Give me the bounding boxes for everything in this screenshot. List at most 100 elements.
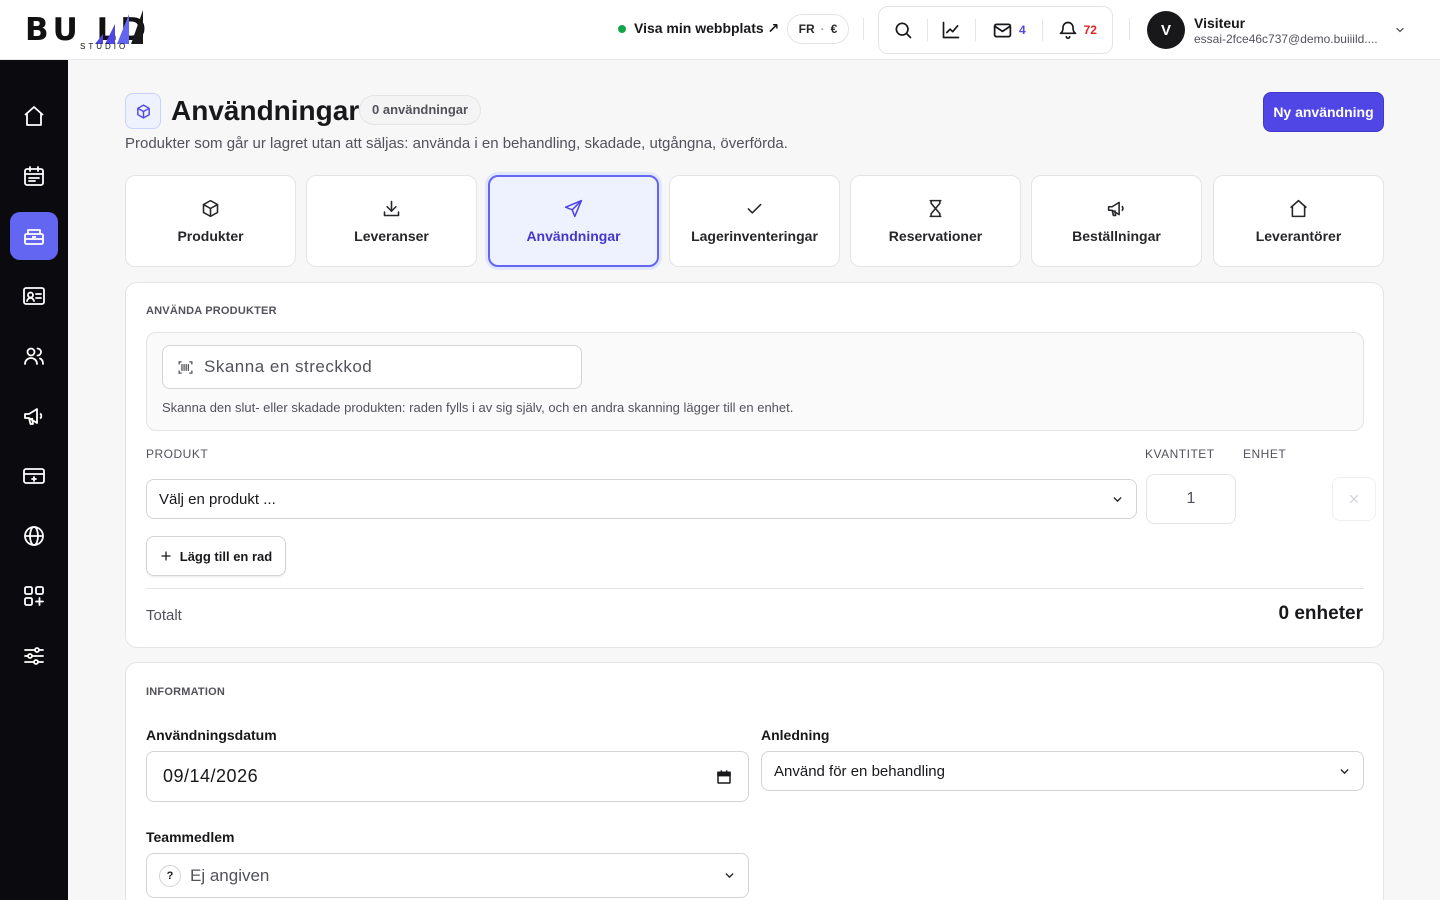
scan-box: Skanna den slut- eller skadade produkten… bbox=[146, 332, 1364, 431]
notifications-button[interactable]: 72 bbox=[1043, 7, 1112, 53]
information-card: INFORMATION Användningsdatum 09/14/2026 … bbox=[125, 662, 1384, 900]
team-member-label: Teammedlem bbox=[146, 829, 235, 845]
new-usage-button[interactable]: Ny användning bbox=[1263, 92, 1384, 132]
total-label: Totalt bbox=[146, 607, 182, 624]
language-code: FR bbox=[798, 22, 815, 36]
team-member-select[interactable]: ? Ej angiven bbox=[146, 853, 749, 898]
date-input[interactable]: 09/14/2026 bbox=[146, 751, 749, 802]
tab-orders[interactable]: Beställningar bbox=[1031, 175, 1202, 267]
sidebar-item-apps[interactable] bbox=[10, 572, 58, 620]
sidebar-item-website[interactable] bbox=[10, 512, 58, 560]
tab-usages[interactable]: Användningar bbox=[488, 175, 659, 267]
total-value: 0 enheter bbox=[1278, 603, 1363, 624]
sidebar-item-users[interactable] bbox=[10, 332, 58, 380]
sidebar-item-register[interactable] bbox=[10, 452, 58, 500]
quantity-input[interactable]: 1 bbox=[1146, 474, 1236, 524]
sidebar-item-calendar[interactable] bbox=[10, 152, 58, 200]
tab-label: Lagerinventeringar bbox=[691, 228, 818, 244]
apps-icon bbox=[24, 586, 44, 606]
chevron-down-icon bbox=[1340, 768, 1349, 774]
sliders-icon bbox=[24, 647, 44, 665]
tab-label: Leveranser bbox=[354, 228, 429, 244]
download-icon bbox=[383, 200, 400, 217]
barcode-scan-field[interactable] bbox=[162, 345, 582, 389]
tab-label: Reservationer bbox=[888, 228, 983, 244]
date-label: Användningsdatum bbox=[146, 727, 277, 743]
plus-icon bbox=[161, 551, 171, 561]
calendar-icon[interactable] bbox=[716, 769, 732, 785]
divider bbox=[1129, 18, 1130, 40]
sidebar-item-marketing[interactable] bbox=[10, 392, 58, 440]
logo-subtitle: STUDIO bbox=[80, 42, 129, 51]
logo-bars-icon bbox=[95, 10, 143, 44]
chart-line-icon bbox=[943, 21, 960, 39]
unknown-member-mark: ? bbox=[159, 864, 181, 887]
sidebar-item-settings[interactable] bbox=[10, 632, 58, 680]
add-row-button[interactable]: Lägg till en rad bbox=[146, 536, 286, 576]
view-site-link[interactable]: Visa min webbplats ↗ bbox=[618, 20, 779, 37]
view-site-label: Visa min webbplats ↗ bbox=[634, 20, 780, 36]
calendar-icon bbox=[24, 166, 44, 186]
tab-label: Leverantörer bbox=[1255, 228, 1342, 244]
logo[interactable]: BU LD STUDIO bbox=[25, 9, 185, 53]
product-select[interactable]: Välj en produkt ... bbox=[146, 479, 1137, 519]
page-description: Produkter som går ur lagret utan att säl… bbox=[125, 135, 788, 152]
tab-suppliers[interactable]: Leverantörer bbox=[1213, 175, 1384, 267]
divider bbox=[146, 588, 1364, 589]
user-name: Visiteur bbox=[1194, 14, 1246, 31]
remove-row-button[interactable] bbox=[1332, 477, 1376, 521]
globe-icon bbox=[24, 526, 44, 546]
section-title: ANVÄNDA PRODUKTER bbox=[146, 305, 277, 317]
home-icon bbox=[24, 106, 44, 126]
check-icon bbox=[747, 203, 762, 214]
tab-inventories[interactable]: Lagerinventeringar bbox=[669, 175, 840, 267]
chevron-down-icon bbox=[1113, 496, 1122, 502]
language-currency-selector[interactable]: FR · € bbox=[787, 14, 849, 44]
box-icon bbox=[202, 199, 219, 218]
messages-button[interactable]: 4 bbox=[976, 7, 1041, 53]
online-dot bbox=[618, 24, 626, 33]
megaphone-icon bbox=[24, 408, 43, 425]
tab-products[interactable]: Produkter bbox=[125, 175, 296, 267]
sidebar-item-inventory[interactable] bbox=[10, 212, 58, 260]
column-header-quantity: KVANTITET bbox=[1145, 447, 1215, 461]
barcode-input[interactable] bbox=[204, 357, 564, 377]
megaphone-icon bbox=[1107, 201, 1124, 217]
stats-button[interactable] bbox=[928, 7, 976, 53]
card-register-icon bbox=[23, 468, 45, 484]
users-icon bbox=[24, 347, 44, 365]
chevron-down-icon[interactable] bbox=[1394, 24, 1406, 36]
mail-icon bbox=[993, 23, 1012, 37]
tab-deliveries[interactable]: Leveranser bbox=[306, 175, 477, 267]
team-member-value: Ej angiven bbox=[190, 865, 270, 885]
send-icon bbox=[564, 199, 583, 218]
page-icon bbox=[125, 93, 161, 129]
avatar: V bbox=[1147, 11, 1185, 49]
section-title: INFORMATION bbox=[146, 686, 225, 698]
box-icon bbox=[136, 103, 150, 119]
add-row-label: Lägg till en rad bbox=[179, 548, 273, 564]
scan-hint: Skanna den slut- eller skadade produkten… bbox=[162, 400, 794, 415]
column-header-unit: ENHET bbox=[1243, 447, 1287, 461]
top-bar: BU LD STUDIO Visa min webbplats ↗ FR · €… bbox=[0, 0, 1440, 60]
search-button[interactable] bbox=[879, 7, 927, 53]
sidebar-item-contacts[interactable] bbox=[10, 272, 58, 320]
user-menu[interactable]: V Visiteur essai-2fce46c737@demo.buiiild… bbox=[1147, 11, 1378, 49]
reason-select[interactable]: Använd för en behandling bbox=[761, 751, 1364, 791]
team-member-value-group: ? Ej angiven bbox=[159, 864, 270, 887]
divider bbox=[863, 18, 864, 40]
used-products-card: ANVÄNDA PRODUKTER Skanna den slut- eller… bbox=[125, 282, 1384, 648]
count-badge: 0 användningar bbox=[359, 95, 482, 125]
date-value: 09/14/2026 bbox=[163, 766, 259, 786]
product-select-value: Välj en produkt ... bbox=[159, 490, 276, 508]
mail-count: 4 bbox=[1019, 23, 1026, 37]
tab-reservations[interactable]: Reservationer bbox=[850, 175, 1021, 267]
separator-dot: · bbox=[820, 22, 825, 36]
sidebar bbox=[0, 60, 68, 900]
reason-label: Anledning bbox=[761, 727, 830, 743]
user-email: essai-2fce46c737@demo.buiiild.... bbox=[1194, 31, 1378, 46]
chevron-down-icon bbox=[725, 873, 734, 879]
sidebar-item-home[interactable] bbox=[10, 92, 58, 140]
toolbar: 4 72 bbox=[878, 6, 1113, 54]
close-icon bbox=[1349, 494, 1359, 504]
